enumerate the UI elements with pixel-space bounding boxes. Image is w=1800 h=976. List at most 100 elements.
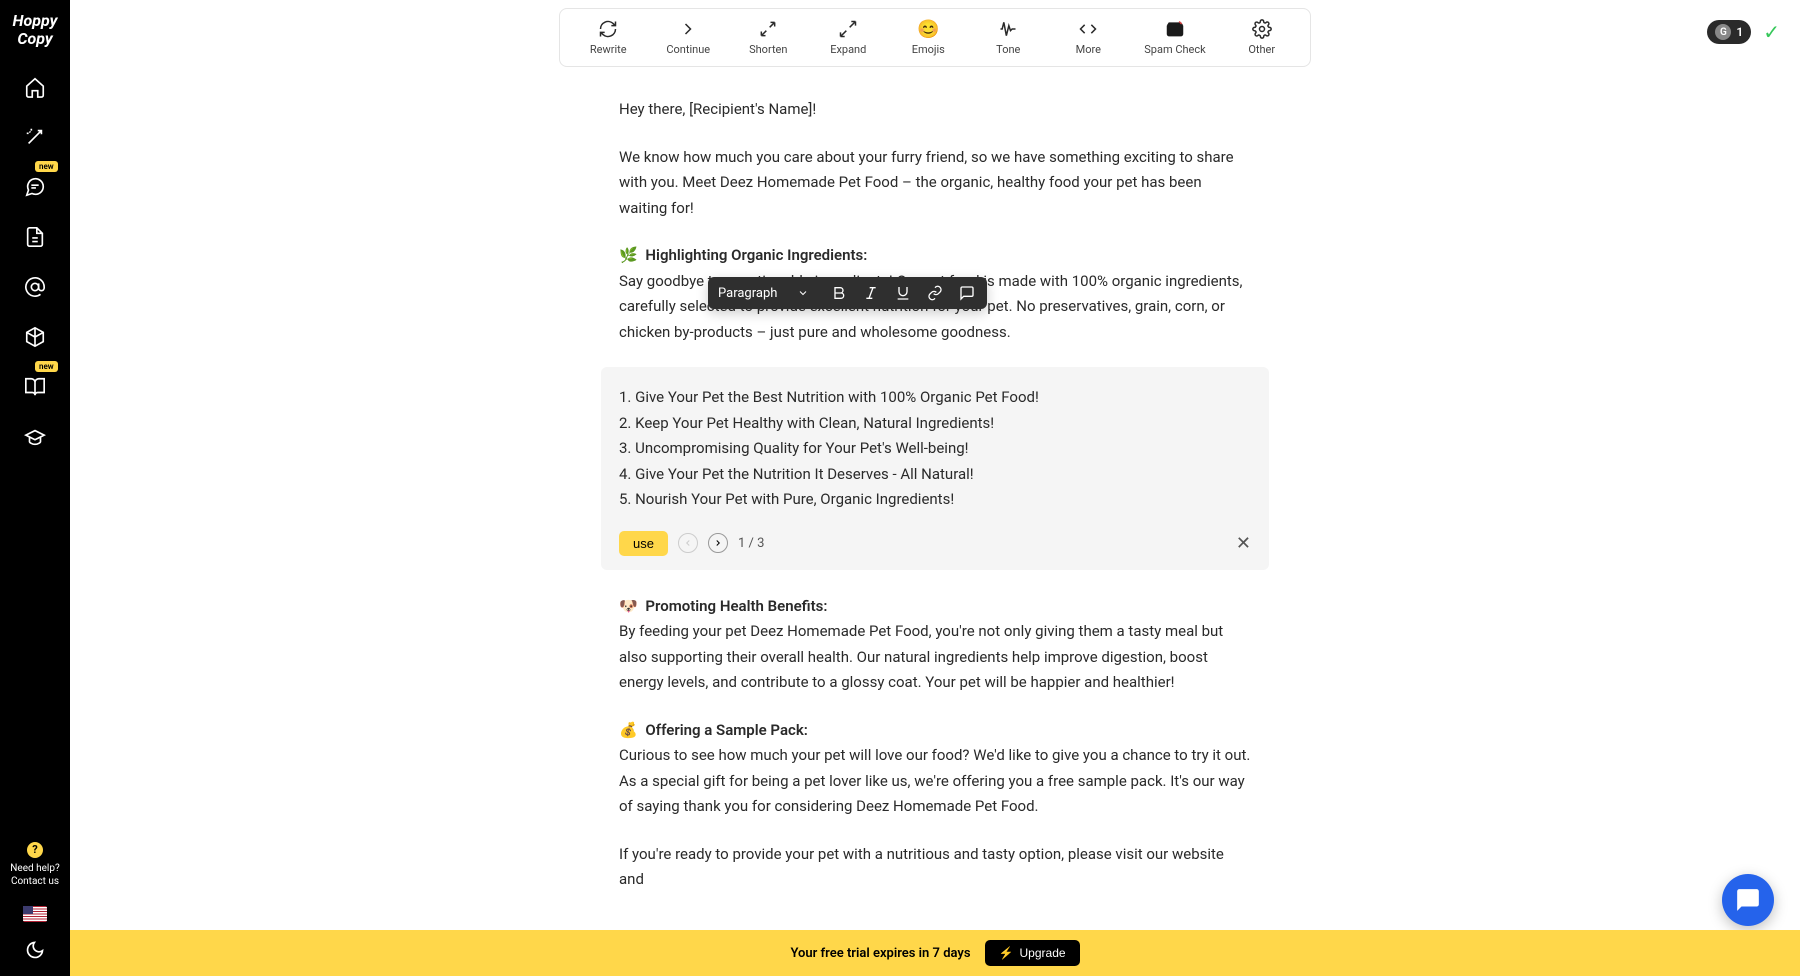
- suggestion-panel: 1. Give Your Pet the Best Nutrition with…: [601, 367, 1269, 570]
- arrow-left-icon: [683, 538, 693, 548]
- book-icon: [24, 376, 46, 398]
- chat-icon: [24, 176, 46, 198]
- nav-library[interactable]: new: [23, 375, 47, 399]
- nav-document[interactable]: [23, 225, 47, 249]
- tool-more-label: More: [1076, 43, 1101, 56]
- tool-rewrite[interactable]: Rewrite: [584, 19, 632, 56]
- suggestion-item: 1. Give Your Pet the Best Nutrition with…: [619, 385, 1251, 411]
- comment-button[interactable]: [957, 283, 977, 303]
- tool-expand[interactable]: Expand: [824, 19, 872, 56]
- chat-bubble-icon: [1735, 887, 1761, 913]
- tool-tone[interactable]: Tone: [984, 19, 1032, 56]
- locale-flag-us[interactable]: [23, 906, 47, 922]
- nav-mention[interactable]: [23, 275, 47, 299]
- dark-mode-toggle[interactable]: [25, 940, 45, 964]
- trial-text: Your free trial expires in 7 days: [790, 946, 970, 961]
- bold-button[interactable]: [829, 283, 849, 303]
- tool-shorten[interactable]: Shorten: [744, 19, 792, 56]
- credits-badge[interactable]: G 1: [1707, 20, 1751, 44]
- tool-other-label: Other: [1248, 43, 1275, 56]
- nav-blocks[interactable]: [23, 325, 47, 349]
- editor[interactable]: Hey there, [Recipient's Name]! We know h…: [70, 67, 1800, 976]
- underline-button[interactable]: [893, 283, 913, 303]
- nav-chat[interactable]: new: [23, 175, 47, 199]
- section-2-body: By feeding your pet Deez Homemade Pet Fo…: [619, 622, 1223, 691]
- prev-suggestion[interactable]: [678, 533, 698, 553]
- spam-check-icon: [1165, 19, 1185, 39]
- next-suggestion[interactable]: [708, 533, 728, 553]
- close-suggestion[interactable]: ✕: [1236, 533, 1251, 554]
- chevron-down-icon: [797, 287, 809, 299]
- tool-spam-check[interactable]: Spam Check: [1144, 19, 1205, 56]
- graduation-icon: [24, 426, 46, 448]
- block-style-select[interactable]: Paragraph: [718, 286, 817, 301]
- tool-continue[interactable]: Continue: [664, 19, 712, 56]
- nav-home[interactable]: [23, 75, 47, 99]
- italic-icon: [863, 285, 879, 301]
- intro-paragraph: We know how much you care about your fur…: [619, 145, 1251, 222]
- credits-letter: G: [1715, 24, 1731, 40]
- tool-emojis[interactable]: 😊 Emojis: [904, 19, 952, 56]
- money-emoji: 💰: [619, 721, 638, 739]
- upgrade-button[interactable]: ⚡ Upgrade: [985, 940, 1080, 966]
- cube-icon: [24, 326, 46, 348]
- more-icon: [1078, 19, 1098, 39]
- new-badge: new: [35, 161, 58, 172]
- tool-continue-label: Continue: [666, 43, 710, 56]
- use-button[interactable]: use: [619, 531, 668, 556]
- bold-icon: [831, 285, 847, 301]
- expand-icon: [838, 19, 858, 39]
- at-icon: [24, 276, 46, 298]
- greeting: Hey there, [Recipient's Name]!: [619, 97, 1251, 123]
- underline-icon: [895, 285, 911, 301]
- link-icon: [927, 285, 943, 301]
- suggestion-item: 5. Nourish Your Pet with Pure, Organic I…: [619, 487, 1251, 513]
- dog-emoji: 🐶: [619, 597, 638, 615]
- new-badge-2: new: [35, 361, 58, 372]
- section-1-title: Highlighting Organic Ingredients:: [645, 246, 867, 264]
- suggestion-pager: 1 / 3: [738, 536, 764, 551]
- document-icon: [24, 226, 46, 248]
- help-line1: Need help?: [10, 862, 59, 875]
- section-2: 🐶 Promoting Health Benefits: By feeding …: [619, 594, 1251, 696]
- tool-expand-label: Expand: [830, 43, 866, 56]
- brand-logo: Hoppy Copy: [0, 12, 70, 47]
- emoji-icon: 😊: [918, 19, 938, 39]
- help-icon: ?: [27, 842, 43, 858]
- ai-toolbar: Rewrite Continue Shorten Expand 😊 Emojis: [559, 8, 1310, 67]
- trial-bar: Your free trial expires in 7 days ⚡ Upgr…: [70, 930, 1800, 976]
- rewrite-icon: [598, 19, 618, 39]
- tool-tone-label: Tone: [996, 43, 1020, 56]
- suggestion-item: 4. Give Your Pet the Nutrition It Deserv…: [619, 462, 1251, 488]
- help-area[interactable]: ? Need help? Contact us: [10, 842, 59, 888]
- format-bar: Paragraph: [708, 277, 987, 309]
- saved-check-icon: ✓: [1763, 20, 1780, 44]
- bolt-icon: ⚡: [999, 946, 1014, 960]
- nav-wand[interactable]: [23, 125, 47, 149]
- block-style-value: Paragraph: [718, 286, 777, 301]
- suggestion-list: 1. Give Your Pet the Best Nutrition with…: [619, 385, 1251, 513]
- shorten-icon: [758, 19, 778, 39]
- nav-academy[interactable]: [23, 425, 47, 449]
- home-icon: [24, 76, 46, 98]
- section-3: 💰 Offering a Sample Pack: Curious to see…: [619, 718, 1251, 820]
- italic-button[interactable]: [861, 283, 881, 303]
- moon-icon: [25, 940, 45, 960]
- suggestion-item: 2. Keep Your Pet Healthy with Clean, Nat…: [619, 411, 1251, 437]
- gear-icon: [1252, 19, 1272, 39]
- leaf-emoji: 🌿: [619, 246, 638, 264]
- chat-fab[interactable]: [1722, 874, 1774, 926]
- section-3-title: Offering a Sample Pack:: [645, 721, 807, 739]
- tool-more[interactable]: More: [1064, 19, 1112, 56]
- cta-paragraph: If you're ready to provide your pet with…: [619, 842, 1251, 893]
- comment-icon: [959, 285, 975, 301]
- tool-rewrite-label: Rewrite: [590, 43, 627, 56]
- credits-count: 1: [1736, 25, 1743, 39]
- suggestion-item: 3. Uncompromising Quality for Your Pet's…: [619, 436, 1251, 462]
- link-button[interactable]: [925, 283, 945, 303]
- help-line2: Contact us: [10, 875, 59, 888]
- tool-other[interactable]: Other: [1238, 19, 1286, 56]
- tone-icon: [998, 19, 1018, 39]
- section-2-title: Promoting Health Benefits:: [645, 597, 827, 615]
- upgrade-label: Upgrade: [1020, 946, 1066, 960]
